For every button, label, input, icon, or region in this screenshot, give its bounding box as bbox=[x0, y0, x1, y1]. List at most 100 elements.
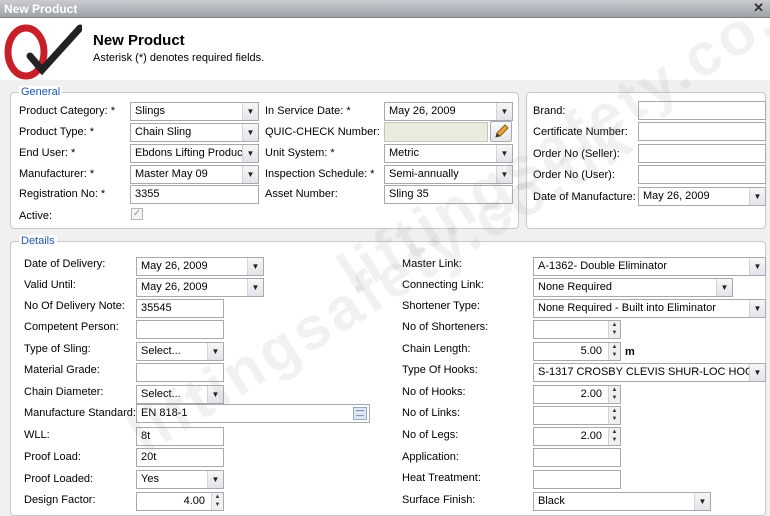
chevron-down-icon[interactable]: ▼ bbox=[749, 364, 765, 381]
master-link-select[interactable]: A-1362- Double Eliminator ▼ bbox=[533, 257, 766, 276]
chevron-down-icon[interactable]: ▼ bbox=[749, 188, 765, 205]
chain-length-spinner[interactable]: 5.00 ▲ ▼ bbox=[533, 342, 621, 361]
product-category-label: Product Category: * bbox=[19, 105, 115, 117]
product-type-select[interactable]: Chain Sling ▼ bbox=[130, 123, 259, 142]
type-of-hooks-select[interactable]: S-1317 CROSBY CLEVIS SHUR-LOC HOOK ▼ bbox=[533, 363, 766, 382]
manufacturer-label: Manufacturer: * bbox=[19, 168, 95, 180]
delivery-note-label: No Of Delivery Note: bbox=[24, 300, 125, 312]
chevron-down-icon[interactable]: ▼ bbox=[242, 103, 258, 120]
in-service-date-picker[interactable]: May 26, 2009 ▼ bbox=[384, 102, 513, 121]
material-grade-label: Material Grade: bbox=[24, 364, 100, 376]
manufacturer-select[interactable]: Master May 09 ▼ bbox=[130, 165, 259, 184]
spin-arrows-icon[interactable]: ▲ ▼ bbox=[608, 407, 620, 424]
spin-arrows-icon[interactable]: ▲ ▼ bbox=[211, 493, 223, 510]
chevron-down-icon[interactable]: ▼ bbox=[207, 386, 223, 403]
competent-person-label: Competent Person: bbox=[24, 321, 119, 333]
order-no-user-input[interactable] bbox=[638, 165, 766, 184]
chain-diameter-select[interactable]: Select... ▼ bbox=[136, 385, 224, 404]
chevron-down-icon[interactable]: ▼ bbox=[242, 145, 258, 162]
proof-loaded-select[interactable]: Yes ▼ bbox=[136, 470, 224, 489]
close-icon[interactable]: ✕ bbox=[753, 0, 764, 16]
no-of-hooks-label: No of Hooks: bbox=[402, 386, 466, 398]
wll-input[interactable]: 8t bbox=[136, 427, 224, 446]
chevron-down-icon[interactable]: ▼ bbox=[496, 145, 512, 162]
competent-person-input[interactable] bbox=[136, 320, 224, 339]
master-link-label: Master Link: bbox=[402, 258, 462, 270]
application-input[interactable] bbox=[533, 448, 621, 467]
proof-load-label: Proof Load: bbox=[24, 451, 81, 463]
shortener-type-select[interactable]: None Required - Built into Eliminator ▼ bbox=[533, 299, 766, 318]
no-of-shorteners-label: No of Shorteners: bbox=[402, 321, 489, 333]
valid-until-picker[interactable]: May 26, 2009 ▼ bbox=[136, 278, 264, 297]
proof-loaded-label: Proof Loaded: bbox=[24, 473, 94, 485]
chevron-down-icon[interactable]: ▼ bbox=[496, 103, 512, 120]
heat-treatment-input[interactable] bbox=[533, 470, 621, 489]
page-title: New Product bbox=[93, 32, 185, 49]
shortener-type-label: Shortener Type: bbox=[402, 300, 481, 312]
chevron-down-icon[interactable]: ▼ bbox=[242, 166, 258, 183]
design-factor-spinner[interactable]: 4.00 ▲ ▼ bbox=[136, 492, 224, 511]
date-of-delivery-picker[interactable]: May 26, 2009 ▼ bbox=[136, 257, 264, 276]
chevron-down-icon[interactable]: ▼ bbox=[207, 343, 223, 360]
no-of-legs-label: No of Legs: bbox=[402, 429, 459, 441]
product-type-label: Product Type: * bbox=[19, 126, 95, 138]
material-grade-input[interactable] bbox=[136, 363, 224, 382]
manufacture-standard-input[interactable]: EN 818-1 — — bbox=[136, 404, 370, 423]
chevron-down-icon[interactable]: ▼ bbox=[242, 124, 258, 141]
chevron-down-icon[interactable]: ▼ bbox=[247, 279, 263, 296]
active-checkbox[interactable]: ✓ bbox=[131, 208, 143, 220]
spin-arrows-icon[interactable]: ▲ ▼ bbox=[608, 343, 620, 360]
chevron-down-icon[interactable]: ▼ bbox=[247, 258, 263, 275]
type-of-sling-label: Type of Sling: bbox=[24, 343, 91, 355]
edit-quic-check-button[interactable] bbox=[490, 121, 512, 142]
surface-finish-select[interactable]: Black ▼ bbox=[533, 492, 711, 511]
pencil-icon bbox=[495, 124, 509, 138]
no-of-hooks-spinner[interactable]: 2.00 ▲ ▼ bbox=[533, 385, 621, 404]
spin-arrows-icon[interactable]: ▲ ▼ bbox=[608, 428, 620, 445]
connecting-link-label: Connecting Link: bbox=[402, 279, 484, 291]
no-of-legs-spinner[interactable]: 2.00 ▲ ▼ bbox=[533, 427, 621, 446]
no-of-legs-value: 2.00 bbox=[580, 430, 602, 442]
application-label: Application: bbox=[402, 451, 459, 463]
order-no-seller-input[interactable] bbox=[638, 144, 766, 163]
ellipsis-icon[interactable]: — — bbox=[353, 407, 367, 420]
window-title: New Product bbox=[4, 2, 78, 16]
registration-no-label: Registration No: * bbox=[19, 188, 106, 200]
type-of-sling-select[interactable]: Select... ▼ bbox=[136, 342, 224, 361]
spin-arrows-icon[interactable]: ▲ ▼ bbox=[608, 321, 620, 338]
heat-treatment-label: Heat Treatment: bbox=[402, 472, 481, 484]
in-service-date-label: In Service Date: * bbox=[265, 105, 351, 117]
chain-diameter-label: Chain Diameter: bbox=[24, 386, 104, 398]
check-logo-icon bbox=[4, 24, 82, 80]
certificate-number-input[interactable] bbox=[638, 122, 766, 141]
no-of-links-spinner[interactable]: ▲ ▼ bbox=[533, 406, 621, 425]
delivery-note-input[interactable]: 35545 bbox=[136, 299, 224, 318]
chevron-down-icon[interactable]: ▼ bbox=[496, 166, 512, 183]
page-subtitle: Asterisk (*) denotes required fields. bbox=[93, 52, 265, 64]
no-of-shorteners-spinner[interactable]: ▲ ▼ bbox=[533, 320, 621, 339]
chevron-down-icon[interactable]: ▼ bbox=[694, 493, 710, 510]
inspection-schedule-select[interactable]: Semi-annually ▼ bbox=[384, 165, 513, 184]
asset-number-input[interactable]: Sling 35 bbox=[384, 185, 513, 204]
chevron-down-icon[interactable]: ▼ bbox=[749, 258, 765, 275]
unit-system-label: Unit System: * bbox=[265, 147, 335, 159]
design-factor-label: Design Factor: bbox=[24, 494, 96, 506]
chain-length-unit: m bbox=[625, 346, 635, 358]
chevron-down-icon[interactable]: ▼ bbox=[716, 279, 732, 296]
connecting-link-select[interactable]: None Required ▼ bbox=[533, 278, 733, 297]
unit-system-select[interactable]: Metric ▼ bbox=[384, 144, 513, 163]
registration-no-input[interactable]: 3355 bbox=[130, 185, 259, 204]
manufacture-standard-value: EN 818-1 bbox=[141, 407, 188, 419]
end-user-select[interactable]: Ebdons Lifting Products ▼ bbox=[130, 144, 259, 163]
brand-label: Brand: bbox=[533, 105, 566, 117]
date-of-delivery-label: Date of Delivery: bbox=[24, 258, 106, 270]
chevron-down-icon[interactable]: ▼ bbox=[749, 300, 765, 317]
chevron-down-icon[interactable]: ▼ bbox=[207, 471, 223, 488]
spin-arrows-icon[interactable]: ▲ ▼ bbox=[608, 386, 620, 403]
proof-load-input[interactable]: 20t bbox=[136, 448, 224, 467]
brand-input[interactable] bbox=[638, 101, 766, 120]
chain-length-label: Chain Length: bbox=[402, 343, 471, 355]
date-of-manufacture-picker[interactable]: May 26, 2009 ▼ bbox=[638, 187, 766, 206]
product-category-select[interactable]: Slings ▼ bbox=[130, 102, 259, 121]
title-bar: New Product ✕ bbox=[0, 0, 770, 18]
